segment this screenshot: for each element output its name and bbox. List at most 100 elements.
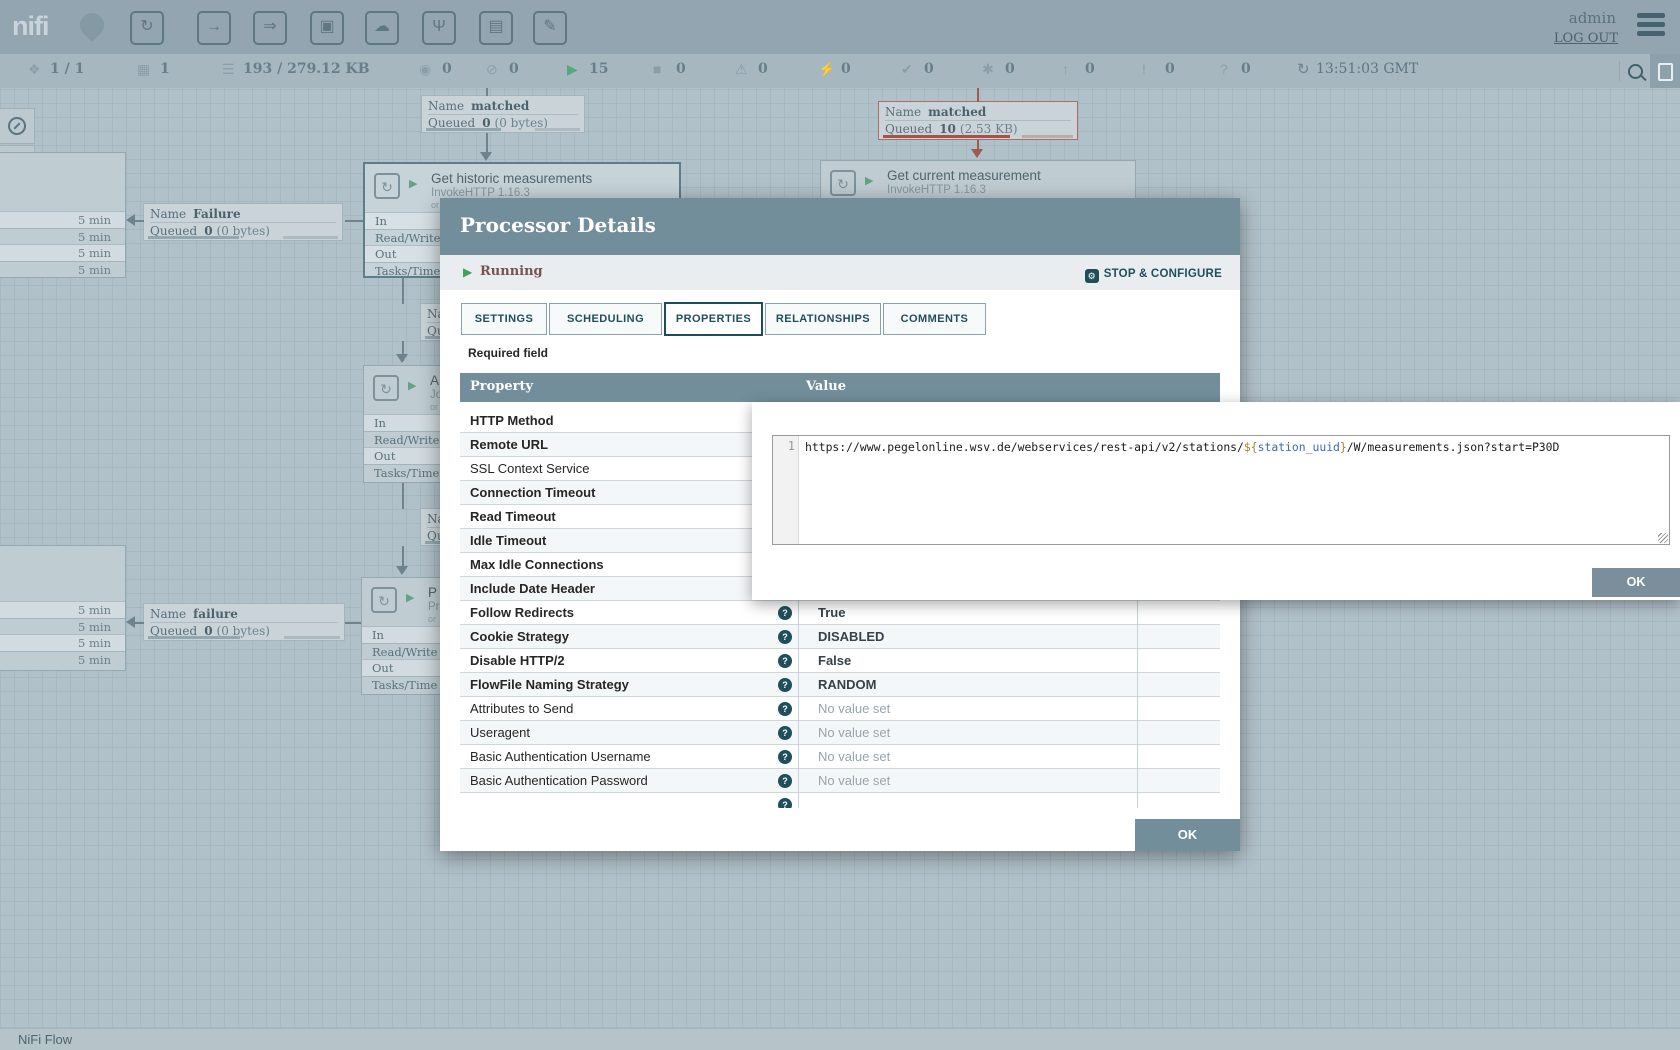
remote-process-group-icon[interactable]: ☁ [365,11,399,45]
connected-nodes-count-icon: ❖ [28,61,41,78]
stat-label: Out [372,661,393,675]
stale-count: 0 [1085,61,1095,77]
property-row[interactable]: Basic Authentication Password?No value s… [460,769,1220,793]
funnel-icon[interactable]: Ψ [422,11,456,45]
property-name: Follow Redirects [470,605,574,620]
queue-size-bar [1022,135,1073,138]
property-row[interactable]: Follow Redirects?True [460,601,1220,625]
help-icon[interactable]: ? [778,654,792,668]
property-row[interactable]: Cookie Strategy?DISABLED [460,625,1220,649]
statusbar-divider [1619,61,1620,81]
property-row[interactable]: FlowFile Naming Strategy?RANDOM [460,673,1220,697]
property-row[interactable]: Useragent?No value set [460,721,1220,745]
not-transmitting-count-icon: ⊘ [486,61,498,78]
stat-label: Out [375,247,396,261]
property-name: Connection Timeout [470,485,595,500]
help-icon[interactable]: ? [778,630,792,644]
queue-matched-top[interactable]: NamematchedQueued0(0 bytes) [421,95,585,133]
queue-failure-bottom[interactable]: NamefailureQueued0(0 bytes) [143,603,345,641]
stat-label: In [375,214,387,228]
connection-arrow-icon [480,152,492,161]
property-value: DISABLED [818,629,884,644]
running-count-icon: ▶ [567,61,578,78]
processor-bundle: or [430,402,438,412]
help-icon[interactable]: ? [778,702,792,716]
help-icon[interactable]: ? [778,678,792,692]
connection-line [402,278,404,304]
stat-row: 5 min [0,211,125,228]
process-group-icon[interactable]: ▣ [310,11,344,45]
top-toolbar: nifi ↻→⇒▣☁Ψ▤✎ admin LOG OUT [0,0,1680,54]
last-refresh-time: 13:51:03 GMT [1316,61,1418,77]
left-bottom-processor[interactable]: 5 min5 min5 min5 min [0,545,126,671]
value-editor-overlay: 1 https://www.pegelonline.wsv.de/webserv… [752,402,1680,600]
stop-and-configure-button[interactable]: ⚙STOP & CONFIGURE [1085,264,1222,283]
help-icon[interactable]: ? [778,798,792,808]
input-port-icon[interactable]: → [197,11,231,45]
nifi-drop-icon [75,8,109,42]
help-icon[interactable]: ? [778,750,792,764]
property-row[interactable]: Disable HTTP/2?False [460,649,1220,673]
refresh-icon[interactable]: ↻ [1297,60,1310,78]
help-icon[interactable]: ? [778,606,792,620]
connected-nodes-count: 1 / 1 [50,61,84,77]
output-port-icon[interactable]: ⇒ [253,11,287,45]
breadcrumb[interactable]: NiFi Flow [18,1032,72,1047]
property-column-header: Property [470,379,533,394]
property-name: Idle Timeout [470,533,546,548]
properties-table-header: Property Value [460,373,1220,402]
settings-panel-toggle[interactable] [1650,54,1680,88]
processor-name: Get historic measurements [431,171,592,186]
stat-label: Read/Write [375,231,440,245]
required-field-note: Required field [468,346,548,360]
processor-type-icon: ↻ [374,173,400,199]
connection-line [486,88,488,96]
value-editor-textarea[interactable]: 1 https://www.pegelonline.wsv.de/webserv… [772,435,1670,545]
global-menu-icon[interactable] [1637,13,1665,36]
help-icon[interactable]: ? [778,774,792,788]
navigate-palette[interactable] [0,108,35,144]
property-row[interactable]: Basic Authentication Username?No value s… [460,745,1220,769]
stat-value: 5 min [78,213,111,227]
processor-name: P [428,585,437,600]
editor-ok-button[interactable]: OK [1592,568,1680,597]
queue-matched-full[interactable]: NamematchedQueued10(2.53 KB) [878,101,1078,140]
stat-value: 5 min [78,263,111,277]
resize-handle-icon[interactable] [1658,533,1668,543]
property-name: Read Timeout [470,509,556,524]
tab-properties[interactable]: PROPERTIES [664,302,763,336]
locally-modified-count: 0 [1005,61,1015,77]
property-row[interactable]: ? [460,793,1220,808]
property-value: No value set [818,725,890,740]
help-icon[interactable]: ? [778,726,792,740]
queue-failure-top[interactable]: NameFailureQueued0(0 bytes) [143,203,343,241]
dialog-ok-button[interactable]: OK [1135,819,1240,851]
property-row[interactable]: Attributes to Send?No value set [460,697,1220,721]
navigate-icon [8,117,26,135]
stat-label: Out [374,449,395,463]
stat-label: Read/Write [372,645,437,659]
tab-relationships[interactable]: RELATIONSHIPS [765,303,881,335]
queued-flowfiles: 193 / 279.12 KB [243,61,370,77]
stat-label: In [372,628,384,642]
locally-modified-stale-count-icon: ! [1142,61,1146,77]
label-icon[interactable]: ✎ [533,11,567,45]
stat-label: Tasks/Time [375,264,440,278]
tab-settings[interactable]: SETTINGS [461,303,547,335]
connection-arrow-icon [126,616,135,628]
template-icon[interactable]: ▤ [479,11,513,45]
stat-label: Tasks/Time [374,466,439,480]
remote-url-value[interactable]: https://www.pegelonline.wsv.de/webservic… [805,439,1663,455]
processor-icon[interactable]: ↻ [130,11,164,45]
tab-comments[interactable]: COMMENTS [883,303,986,335]
property-name: Max Idle Connections [470,557,604,572]
line-number: 1 [773,436,795,453]
connection-line [345,220,363,222]
code-segment: } [1340,440,1347,454]
logout-link[interactable]: LOG OUT [1554,31,1618,46]
left-top-processor[interactable]: 5 min5 min5 min5 min [0,152,126,278]
stat-value: 5 min [78,620,111,634]
tab-scheduling[interactable]: SCHEDULING [549,303,662,335]
search-icon[interactable] [1628,64,1643,79]
up-to-date-count: 0 [924,61,934,77]
